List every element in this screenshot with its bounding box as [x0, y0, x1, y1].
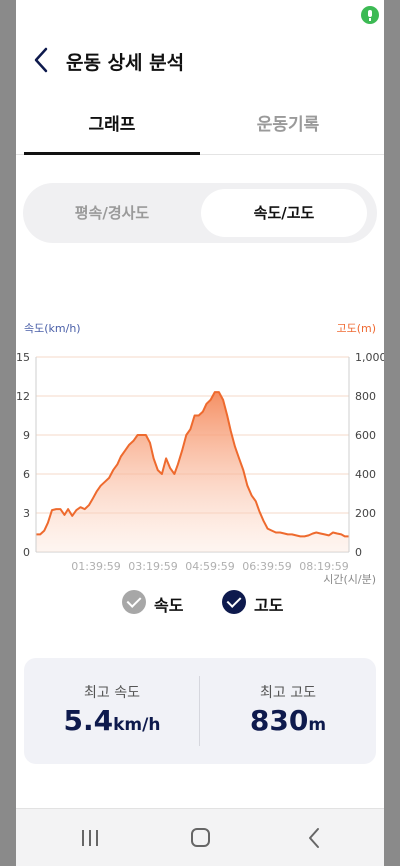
x-tick-label: 06:39:59 [242, 560, 291, 573]
toggle-speed-altitude[interactable]: 속도/고도 [201, 189, 367, 237]
x-tick-label: 04:59:59 [185, 560, 234, 573]
x-axis-ticks: 01:39:59 03:19:59 04:59:59 06:39:59 08:19:59 [71, 560, 348, 573]
home-button[interactable] [180, 821, 220, 855]
left-tick-label: 15 [16, 351, 30, 364]
right-tick-label: 0 [355, 546, 362, 559]
microphone-indicator-icon [361, 6, 379, 24]
toggle-avg-speed-slope[interactable]: 평속/경사도 [29, 189, 195, 237]
right-tick-label: 200 [355, 507, 376, 520]
left-axis-label: 속도(km/h) [24, 322, 81, 335]
legend-altitude-label: 고도 [254, 596, 284, 615]
left-tick-label: 3 [23, 507, 30, 520]
chevron-left-icon [34, 47, 48, 73]
recent-apps-icon [82, 830, 98, 846]
tab-workout-record[interactable]: 운동기록 [200, 104, 376, 152]
speed-altitude-chart: 15 12 9 6 3 0 1,000 800 600 400 200 0 01:39:59 03:1… [16, 351, 384, 586]
left-tick-label: 0 [23, 546, 30, 559]
stats-card: 최고 속도 5.4km/h 최고 고도 830m [24, 658, 376, 764]
max-speed-unit: km/h [113, 715, 161, 735]
system-nav-bar [16, 808, 384, 866]
right-tick-label: 1,000 [355, 351, 384, 364]
app-screen: 운동 상세 분석 그래프 운동기록 평속/경사도 속도/고도 속도(km/h) … [16, 0, 384, 866]
x-tick-label: 03:19:59 [128, 560, 177, 573]
back-nav-button[interactable] [294, 821, 334, 855]
x-tick-label: 01:39:59 [71, 560, 120, 573]
max-speed-value: 5.4 [63, 704, 114, 737]
tab-bar: 그래프 운동기록 [16, 104, 384, 155]
left-tick-label: 6 [23, 468, 30, 481]
max-speed-value-row: 5.4km/h [24, 704, 200, 737]
recent-apps-button[interactable] [70, 821, 110, 855]
right-tick-label: 400 [355, 468, 376, 481]
max-altitude-unit: m [308, 715, 327, 735]
tab-graph[interactable]: 그래프 [24, 104, 200, 155]
left-tick-label: 12 [16, 390, 30, 403]
right-axis-label: 고도(m) [336, 322, 376, 335]
x-tick-label: 08:19:59 [299, 560, 348, 573]
back-button[interactable] [26, 42, 56, 78]
chart-plot [36, 391, 349, 552]
left-axis-ticks: 15 12 9 6 3 0 [16, 351, 30, 559]
chart-legend: 속도 고도 [16, 588, 384, 618]
left-tick-label: 9 [23, 429, 30, 442]
x-axis-title: 시간(시/분) [323, 573, 376, 586]
max-altitude-caption: 최고 고도 [260, 685, 316, 701]
page-title: 운동 상세 분석 [66, 52, 185, 74]
check-circle-icon [222, 590, 246, 614]
back-arrow-icon [309, 828, 319, 848]
right-tick-label: 800 [355, 390, 376, 403]
max-speed-stat: 최고 속도 5.4km/h [24, 658, 200, 764]
legend-speed-label: 속도 [154, 596, 184, 615]
app-header: 운동 상세 분석 [16, 40, 384, 80]
max-speed-caption: 최고 속도 [84, 685, 140, 701]
chart-type-toggle: 평속/경사도 속도/고도 [23, 183, 377, 243]
right-axis-ticks: 1,000 800 600 400 200 0 [355, 351, 384, 559]
right-tick-label: 600 [355, 429, 376, 442]
home-icon [191, 828, 210, 847]
max-altitude-value-row: 830m [200, 704, 376, 737]
altitude-area [36, 392, 349, 552]
check-circle-icon [122, 590, 146, 614]
max-altitude-stat: 최고 고도 830m [200, 658, 376, 764]
max-altitude-value: 830 [249, 704, 309, 737]
